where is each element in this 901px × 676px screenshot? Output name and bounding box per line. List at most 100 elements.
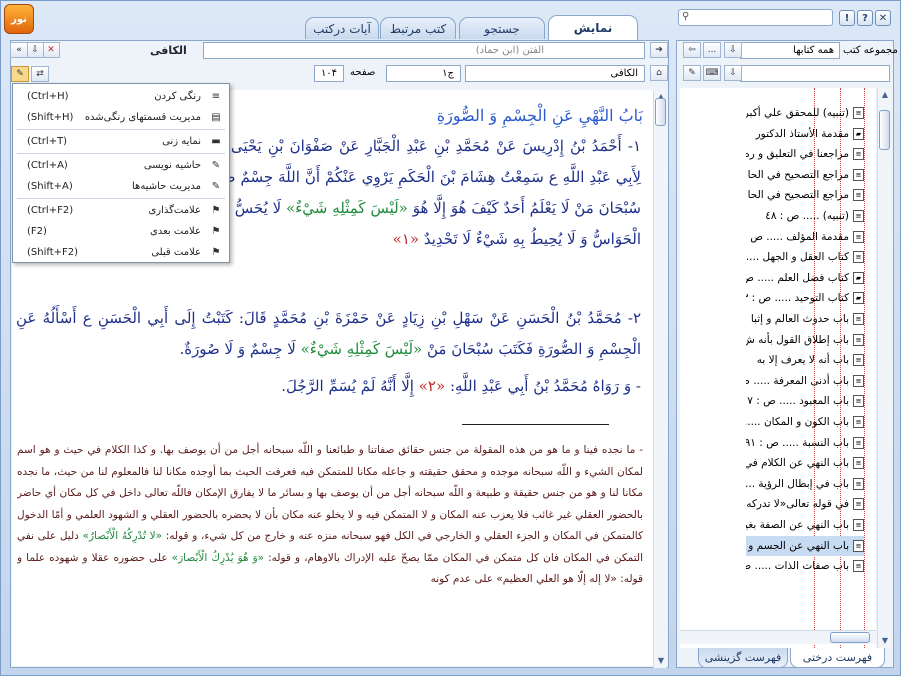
- tree-item[interactable]: ≡ مراجع التصحيح في الحا: [746, 185, 864, 205]
- text-span: - ما نجده فينا و ما هو من هذه المقولة من…: [17, 444, 643, 542]
- tree-item[interactable]: ≡ باب صفات الذات ..... ص: [746, 556, 864, 576]
- page-icon: ≡: [853, 189, 864, 202]
- download-icon[interactable]: ⇩: [26, 42, 44, 58]
- menu-item-2[interactable]: (Ctrl+T) نمایه زنی ▬: [13, 132, 229, 153]
- tree-item[interactable]: ▰ مقدمة الأستاذ الدكتور: [746, 124, 864, 144]
- tab-0[interactable]: نمایش: [548, 15, 638, 40]
- bottom-tab-0[interactable]: فهرست درختی: [790, 648, 885, 668]
- tree-item-label: مراجع التصحيح في الحا: [747, 189, 849, 202]
- volume-field[interactable]: ج۱: [386, 65, 461, 82]
- tree-scrollbar[interactable]: ▲ ▼: [877, 88, 891, 648]
- tree-item[interactable]: ≡ باب النهي عن الصفة بغير: [746, 515, 864, 535]
- tree-item-label: باب النهي عن الجسم و: [748, 539, 849, 552]
- menu-item-label: علامت بعدی: [150, 226, 201, 237]
- tree-tools-icon[interactable]: ✎: [683, 65, 701, 81]
- help-icon[interactable]: ?: [857, 10, 873, 26]
- collection-dropdown-icon[interactable]: ⇩: [724, 42, 742, 58]
- book-name-field[interactable]: الکافی: [465, 65, 645, 82]
- menu-item-shortcut: (Shift+F2): [27, 247, 79, 258]
- commentary-text: - ما نجده فينا و ما هو من هذه المقولة من…: [17, 440, 643, 665]
- keyboard-icon[interactable]: ⌨: [703, 65, 721, 81]
- menu-item-label: مدیریت قسمتهای رنگی‌شده: [84, 112, 201, 123]
- more-options-button[interactable]: ...: [703, 42, 721, 58]
- page-label: صفحه: [350, 67, 376, 78]
- close-icon[interactable]: ✕: [875, 10, 891, 26]
- page-icon: ≡: [853, 148, 864, 161]
- tree-item[interactable]: ≡ كتاب العقل و الجهل ..... حو: [746, 247, 864, 267]
- tree-item-label: باب المعبود ..... ص : ٧: [747, 395, 849, 408]
- menu-item-3[interactable]: (Ctrl+A) حاشیه نویسی ✎: [13, 156, 229, 177]
- page-icon: ≡: [853, 395, 864, 408]
- toolbar-toggle-icon[interactable]: ⇄: [31, 66, 49, 82]
- forward-nav-icon[interactable]: ➔: [650, 42, 668, 58]
- tree-item[interactable]: ≡ باب النسبة ..... ص : ٩١: [746, 433, 864, 453]
- menu-item-icon: ▤: [211, 112, 221, 123]
- menu-item-label: علامت‌گذاری: [148, 205, 201, 216]
- tree-item[interactable]: ≡ باب النهي عن الجسم و: [746, 535, 864, 556]
- info-icon[interactable]: !: [839, 10, 855, 26]
- collection-select[interactable]: همه کتابها: [740, 42, 840, 59]
- tab-3[interactable]: آیات درکتب: [305, 17, 379, 39]
- tools-icon[interactable]: ✎: [11, 66, 29, 82]
- page-field[interactable]: ۱۰۴: [314, 65, 344, 82]
- tree-item[interactable]: ≡ باب أنه لا يعرف إلا به: [746, 350, 864, 370]
- tree-item[interactable]: ≡ مراجعنا في التعليق و ره: [746, 144, 864, 164]
- menu-item-icon: ⚑: [211, 205, 221, 216]
- tree-item-label: باب أنه لا يعرف إلا به: [756, 354, 849, 367]
- tree-item[interactable]: ≡ باب المعبود ..... ص : ٧: [746, 391, 864, 411]
- tab-1[interactable]: جستجو: [459, 17, 545, 39]
- tree-item[interactable]: ≡ باب في إبطال الرؤية .....: [746, 474, 864, 494]
- tree-item-label: مقدمة المؤلف ..... ص : ٢: [746, 230, 849, 243]
- tab-2[interactable]: کتب مرتبط: [380, 17, 456, 39]
- menu-item-0[interactable]: (Ctrl+H) رنگی کردن ≡: [13, 87, 229, 108]
- menu-item-icon: ⚑: [211, 226, 221, 237]
- tree-item-label: باب النهي عن الصفة بغير: [746, 519, 849, 531]
- menu-item-6[interactable]: (F2) علامت بعدی ⚑: [13, 222, 229, 243]
- dual-view-icon[interactable]: «: [10, 42, 28, 58]
- text-span: «١»: [392, 230, 420, 248]
- tag-icon[interactable]: ⌂: [650, 65, 668, 81]
- page-icon: ≡: [853, 333, 864, 346]
- menu-item-icon: ▬: [211, 136, 221, 147]
- global-search-input[interactable]: ⚲: [678, 9, 833, 26]
- tree-item[interactable]: ≡ باب حدوث العالم و إثبا: [746, 309, 864, 329]
- text-span: - وَ رَوَاهُ مُحَمَّدُ بْنُ أَبِي عَبْدِ…: [445, 377, 641, 395]
- tree-item[interactable]: ≡ (تنبيه) للمحقق علي أكبر: [746, 103, 864, 123]
- tree-item[interactable]: ≡ باب النهي عن الكلام في: [746, 453, 864, 473]
- menu-item-7[interactable]: (Shift+F2) علامت قبلی ⚑: [13, 243, 229, 264]
- tree-item[interactable]: ≡ في قوله تعالى«لا تدركه: [746, 494, 864, 514]
- bottom-tab-1[interactable]: فهرست گزینشی: [698, 648, 788, 668]
- tree-item[interactable]: ≡ باب أدنى المعرفة ..... ص: [746, 371, 864, 391]
- tree-item-label: باب النهي عن الكلام في: [746, 457, 849, 470]
- tree-filter-icon[interactable]: ⇩: [724, 65, 742, 81]
- tree-hscrollbar[interactable]: [680, 630, 876, 644]
- menu-item-label: علامت قبلی: [151, 247, 201, 258]
- reader-scrollbar[interactable]: ▲ ▼: [653, 90, 667, 668]
- scroll-thumb[interactable]: [655, 98, 666, 126]
- scroll-thumb[interactable]: [879, 110, 890, 150]
- menu-item-icon: ✎: [211, 160, 221, 171]
- menu-item-5[interactable]: (Ctrl+F2) علامت‌گذاری ⚑: [13, 201, 229, 222]
- tree-item[interactable]: ▰ كتاب التوحيد ..... ص : ٧٣: [746, 288, 864, 308]
- tree-item[interactable]: ≡ (تنبيه) ..... ص : ٤٨: [746, 206, 864, 226]
- scroll-down-icon[interactable]: ▼: [656, 656, 666, 666]
- close-reader-icon[interactable]: ✕: [42, 42, 60, 58]
- tree-item[interactable]: ▰ كتاب فضل العلم ..... ص :: [746, 268, 864, 288]
- menu-item-label: حاشیه نویسی: [143, 160, 201, 171]
- tree-item-label: كتاب التوحيد ..... ص : ٧٣: [746, 292, 849, 305]
- text-span: «لا تُدْرِكُهُ الْأَبْصارُ»: [78, 530, 163, 542]
- tree-item-label: باب في إبطال الرؤية .....: [746, 477, 849, 490]
- menu-item-4[interactable]: (Shift+A) مدیریت حاشیه‌ها ✎: [13, 177, 229, 198]
- compare-book-field[interactable]: الفتن (ابن حماد): [203, 42, 645, 59]
- scroll-up-icon[interactable]: ▲: [880, 90, 890, 100]
- tree-item[interactable]: ≡ باب الكون و المكان .....: [746, 412, 864, 432]
- tree-search-input[interactable]: [740, 65, 890, 82]
- back-nav-icon[interactable]: ⇦: [683, 42, 701, 58]
- tree-item[interactable]: ≡ مقدمة المؤلف ..... ص : ٢: [746, 227, 864, 247]
- menu-item-1[interactable]: (Shift+H) مدیریت قسمتهای رنگی‌شده ▤: [13, 108, 229, 129]
- scroll-down-icon[interactable]: ▼: [880, 636, 890, 646]
- tree-item[interactable]: ≡ مراجع التصحيح في الحا: [746, 165, 864, 185]
- tree-item[interactable]: ≡ باب إطلاق القول بأنه ش: [746, 330, 864, 350]
- menu-item-shortcut: (Ctrl+T): [27, 136, 68, 147]
- scroll-thumb[interactable]: [830, 632, 870, 643]
